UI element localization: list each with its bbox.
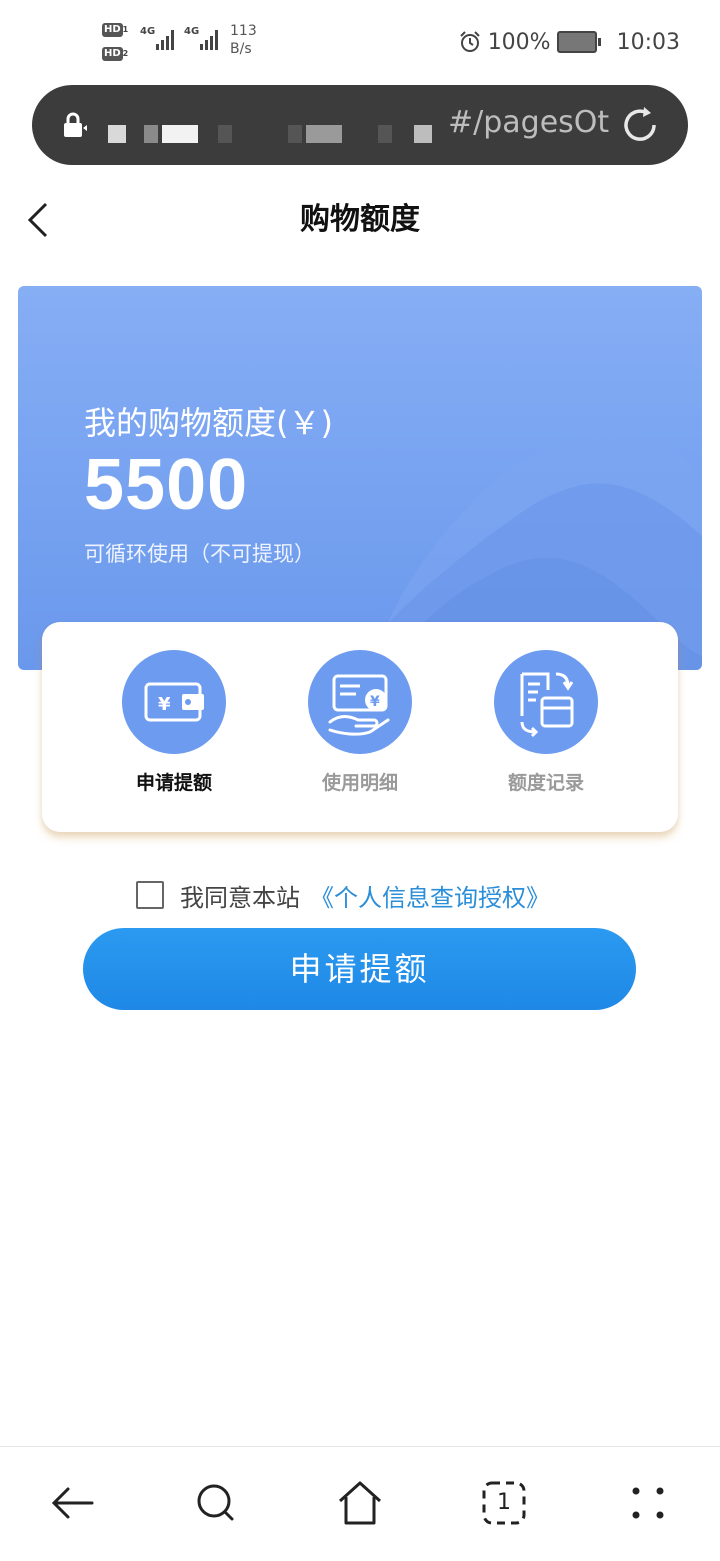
url-bar[interactable]: #/pagesOt — [32, 85, 688, 165]
lock-icon — [64, 112, 87, 137]
credit-amount: 5500 — [84, 445, 249, 525]
alarm-icon — [459, 31, 480, 52]
search-icon[interactable] — [190, 1477, 242, 1529]
action-usage-details[interactable]: ¥ 使用明细 — [280, 650, 440, 800]
battery-percent: 100% — [487, 29, 551, 55]
hd2-badge: HD 2 — [102, 47, 129, 61]
url-obscured — [108, 125, 126, 143]
svg-text:¥: ¥ — [370, 694, 380, 710]
action-label: 额度记录 — [507, 772, 584, 794]
browser-bottom-nav: 1 — [0, 1446, 720, 1561]
network-speed: 113 B/s — [230, 23, 257, 57]
action-label: 使用明细 — [321, 772, 398, 794]
tab-count: 1 — [497, 1490, 511, 1515]
hd-badges: HD 1 HD 2 — [102, 22, 136, 64]
signal-strength-1-icon: 4G — [140, 26, 178, 54]
agreement-checkbox[interactable] — [136, 881, 164, 909]
action-credit-records[interactable]: 额度记录 — [466, 650, 626, 800]
authorization-link[interactable]: 《个人信息查询授权》 — [310, 878, 550, 913]
record-swap-icon — [520, 672, 574, 738]
credit-note: 可循环使用（不可提现） — [84, 542, 315, 566]
back-icon[interactable] — [46, 1477, 98, 1529]
signal-strength-2-icon: 4G — [184, 26, 222, 54]
battery-icon — [556, 31, 601, 53]
apply-increase-button[interactable]: 申请提额 — [83, 928, 636, 1010]
page-title: 购物额度 — [300, 202, 420, 237]
action-label: 申请提额 — [135, 772, 212, 794]
hd1-badge: HD 1 — [102, 23, 129, 37]
svg-text:¥: ¥ — [158, 694, 171, 715]
tabs-button[interactable]: 1 — [478, 1477, 530, 1529]
status-bar: HD 1 HD 2 4G 4G 113 B/s 100% 10:03 — [0, 0, 720, 84]
action-apply-increase[interactable]: ¥ 申请提额 — [94, 650, 254, 800]
back-arrow-icon[interactable] — [20, 198, 56, 242]
hand-coin-icon: ¥ — [328, 674, 390, 736]
agreement-text: 我同意本站 — [180, 883, 300, 912]
url-text: #/pagesOt — [448, 105, 610, 140]
home-icon[interactable] — [334, 1477, 386, 1529]
wallet-yuan-icon: ¥ — [144, 682, 204, 722]
action-card: ¥ 申请提额 ¥ 使用明细 额度记录 — [42, 622, 678, 832]
credit-banner: 我的购物额度(￥) 5500 可循环使用（不可提现） — [18, 286, 702, 670]
agreement-row: 我同意本站 《个人信息查询授权》 — [136, 878, 550, 912]
refresh-icon[interactable] — [618, 103, 662, 147]
credit-label: 我的购物额度(￥) — [84, 404, 333, 442]
more-menu-icon[interactable] — [622, 1477, 674, 1529]
status-right: 100% 10:03 — [458, 26, 680, 58]
clock-time: 10:03 — [616, 29, 680, 55]
